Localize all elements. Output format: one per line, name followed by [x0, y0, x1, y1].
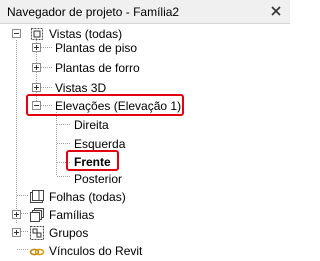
- tree-node-grupos[interactable]: Grupos: [0, 223, 290, 243]
- close-icon: [271, 6, 281, 16]
- tree-label: Esquerda: [74, 137, 126, 151]
- tree-label: Plantas de piso: [55, 41, 138, 55]
- revit-links-icon: [29, 248, 45, 256]
- project-browser-panel: Navegador de projeto - Família2 Vistas (…: [0, 0, 290, 258]
- tree-node-plantas-de-piso[interactable]: Plantas de piso: [0, 38, 290, 58]
- expand-toggle[interactable]: [12, 228, 21, 237]
- tree-node-folhas[interactable]: Folhas (todas): [0, 187, 290, 207]
- expand-toggle[interactable]: [32, 83, 41, 92]
- tree-label: Famílias: [49, 208, 95, 222]
- tree-label: Direita: [74, 118, 109, 132]
- collapse-toggle[interactable]: [12, 29, 21, 38]
- tree-label: Vínculos do Revit: [49, 244, 143, 258]
- tree-label: Posterior: [74, 172, 123, 186]
- tree-node-posterior[interactable]: Posterior: [0, 169, 290, 189]
- highlight-elevacoes: [26, 94, 184, 116]
- panel-title: Navegador de projeto - Família2: [7, 5, 180, 19]
- close-button[interactable]: [268, 3, 284, 19]
- tree-node-plantas-de-forro[interactable]: Plantas de forro: [0, 58, 290, 78]
- expand-toggle[interactable]: [32, 43, 41, 52]
- tree-label: Grupos: [49, 226, 89, 240]
- sheets-icon: [30, 190, 44, 203]
- tree-node-familias[interactable]: Famílias: [0, 205, 290, 225]
- tree-label: Plantas de forro: [55, 61, 140, 75]
- project-tree: Vistas (todas) Plantas de piso Plantas d…: [0, 24, 290, 258]
- highlight-frente: [66, 150, 119, 171]
- expand-toggle[interactable]: [32, 63, 41, 72]
- tree-node-direita[interactable]: Direita: [0, 115, 290, 135]
- tree-node-vinculos-revit[interactable]: Vínculos do Revit: [0, 241, 290, 261]
- tree-label: Folhas (todas): [49, 190, 126, 204]
- expand-toggle[interactable]: [12, 210, 21, 219]
- project-browser-title-bar: Navegador de projeto - Família2: [0, 0, 290, 24]
- families-icon: [30, 208, 44, 222]
- tree-label: Vistas 3D: [55, 81, 107, 95]
- groups-icon: [30, 226, 44, 240]
- tree-node-esquerda[interactable]: Esquerda: [0, 134, 290, 154]
